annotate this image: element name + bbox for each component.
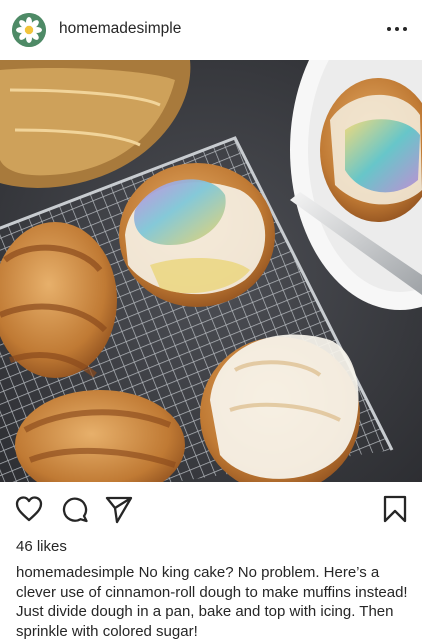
more-options-icon[interactable] [382,14,412,44]
comment-icon[interactable] [60,494,90,524]
post-actions [0,482,422,536]
daisy-avatar-icon[interactable] [12,13,46,47]
post-username[interactable]: homemadesimple [59,20,181,38]
post-caption: homemadesimple No king cake? No problem.… [16,563,412,641]
post-header: homemadesimple [0,0,422,60]
bookmark-icon[interactable] [380,494,410,524]
likes-count[interactable]: 46 likes [16,538,67,555]
heart-icon[interactable] [14,494,44,524]
paper-plane-icon[interactable] [104,494,134,524]
post-photo[interactable] [0,60,422,482]
caption-username[interactable]: homemadesimple [16,564,134,581]
